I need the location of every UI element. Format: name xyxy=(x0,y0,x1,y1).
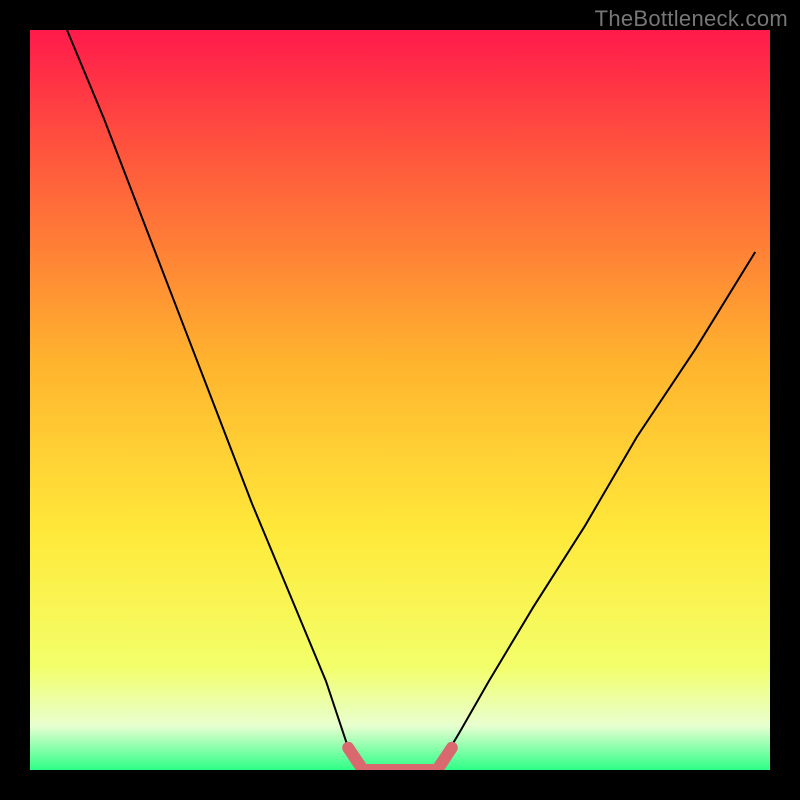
chart-frame: TheBottleneck.com xyxy=(0,0,800,800)
watermark-text: TheBottleneck.com xyxy=(595,6,788,32)
gradient-background xyxy=(30,30,770,770)
plot-area xyxy=(30,30,770,770)
chart-svg xyxy=(30,30,770,770)
